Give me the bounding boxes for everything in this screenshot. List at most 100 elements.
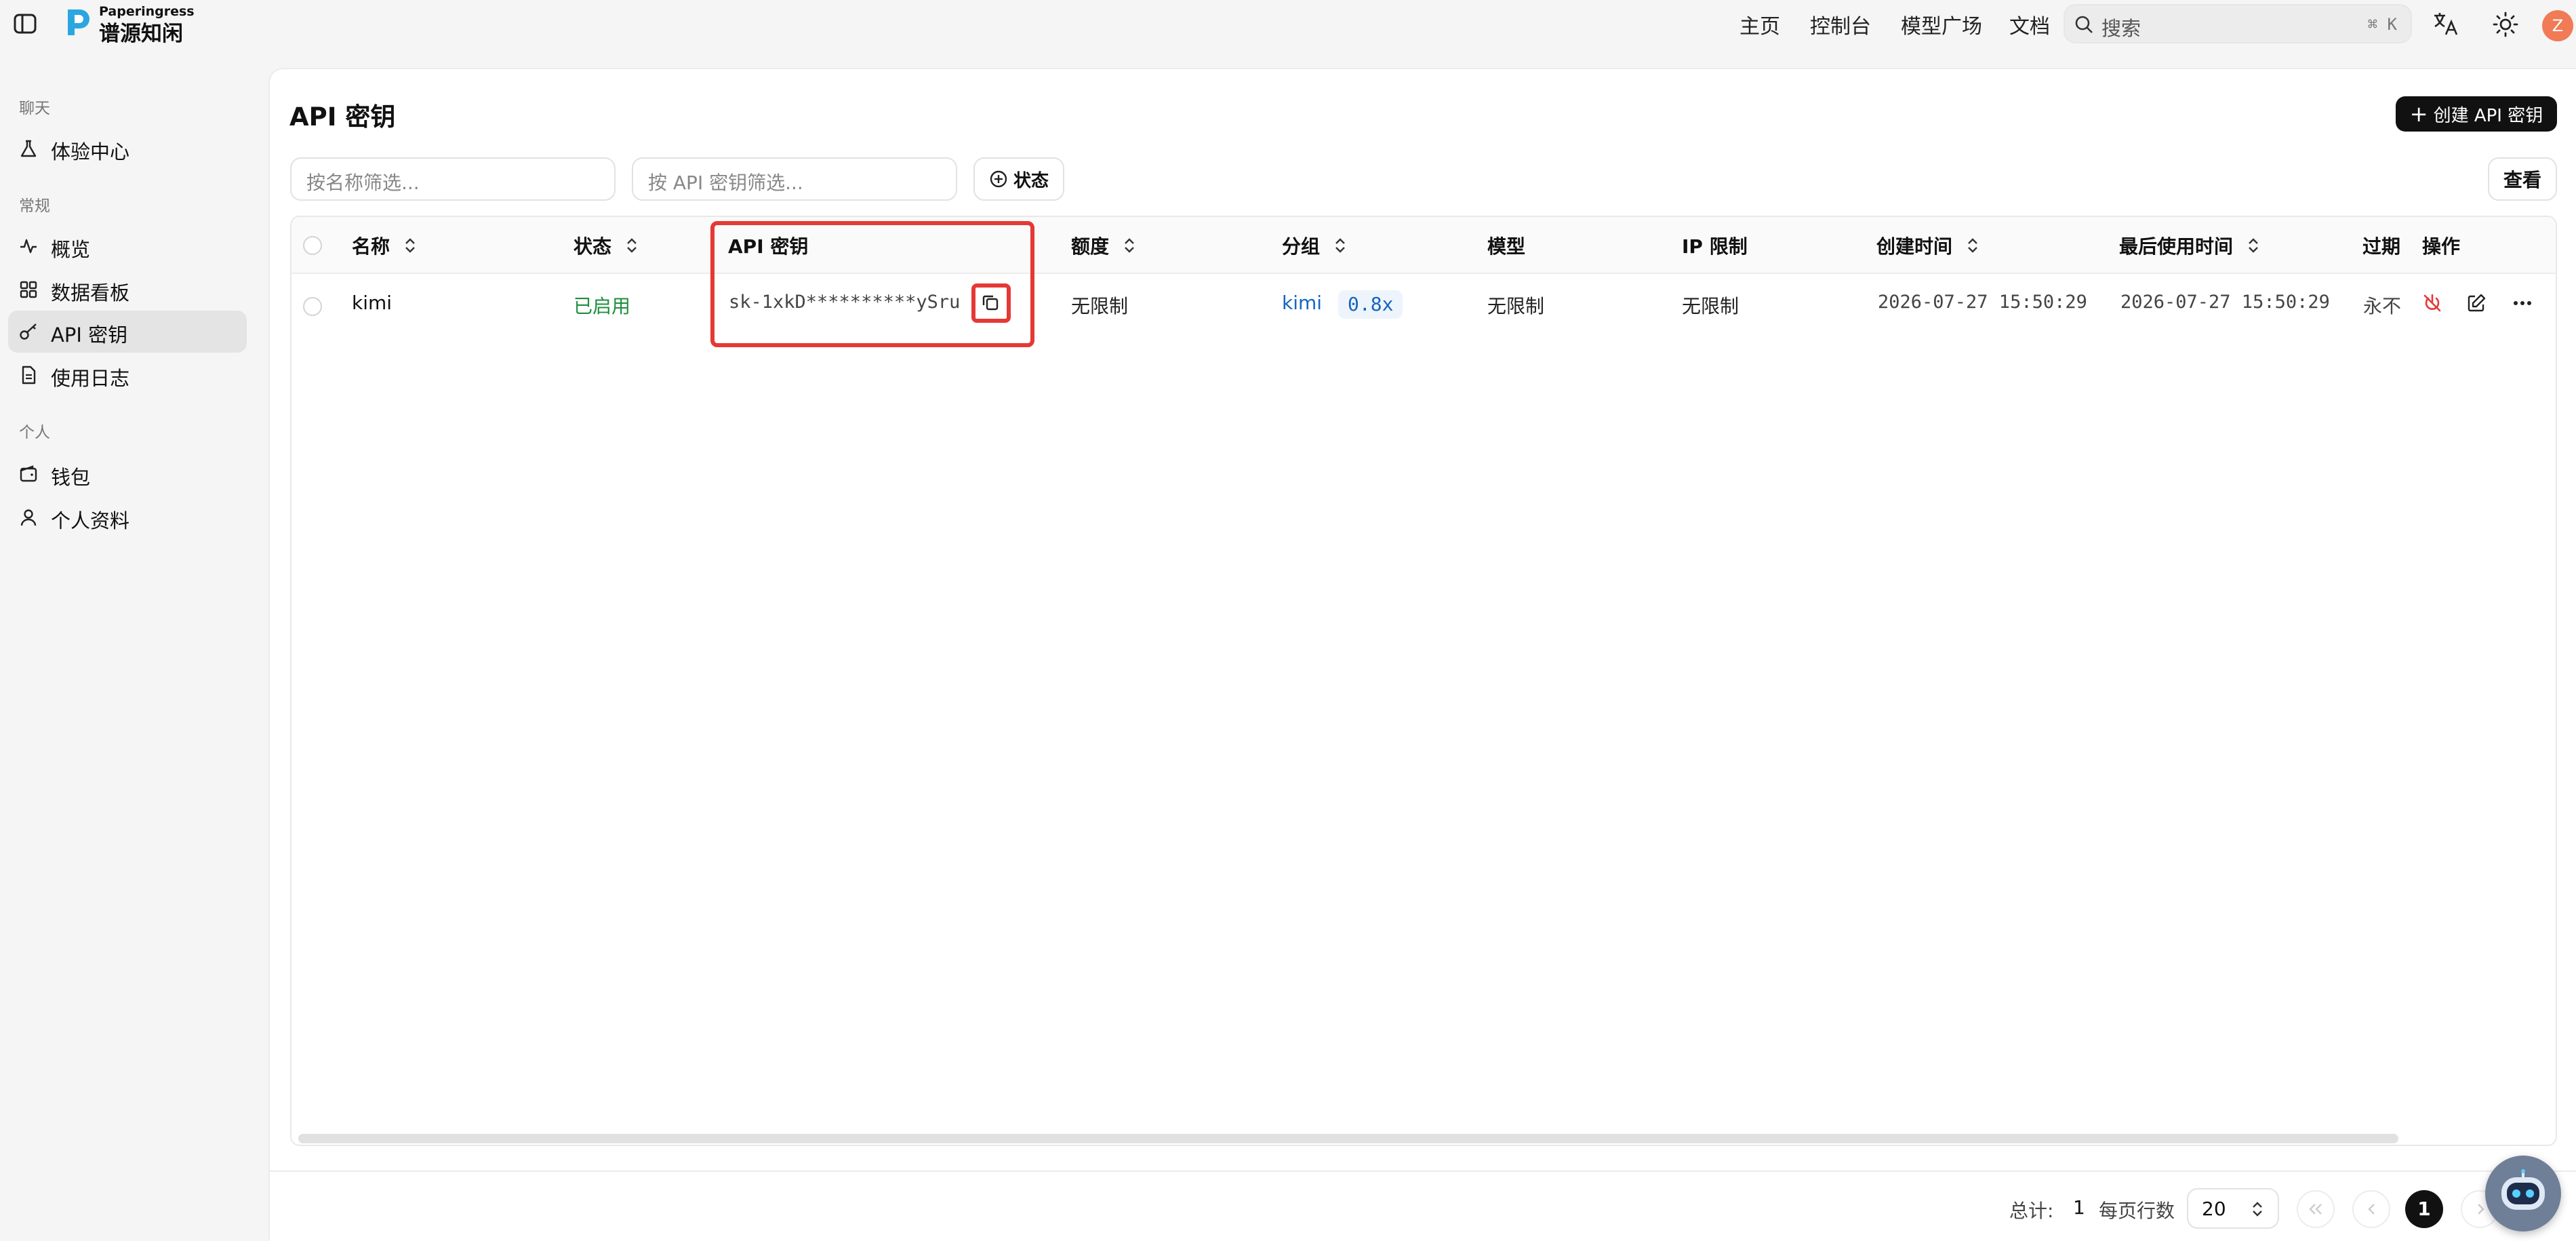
row-last-used: 2026-07-27 15:50:29: [2120, 292, 2330, 313]
nav-home[interactable]: 主页: [1739, 9, 1780, 39]
nav-model-plaza[interactable]: 模型广场: [1901, 9, 1982, 39]
column-label: IP 限制: [1682, 235, 1748, 258]
sort-icon[interactable]: [2247, 237, 2260, 254]
sort-icon[interactable]: [1123, 237, 1136, 254]
column-header-expires: 过期: [2362, 232, 2400, 259]
column-header-last-used[interactable]: 最后使用时间: [2119, 232, 2260, 259]
search-input[interactable]: 搜索 ⌘ K: [2064, 4, 2412, 43]
theme-toggle-icon[interactable]: [2492, 11, 2519, 38]
sidebar-item-label: API 密钥: [51, 323, 128, 347]
sidebar-toggle-icon[interactable]: [14, 14, 37, 34]
top-bar: Paperingress 谱源知闲 主页 控制台 模型广场 文档 搜索 ⌘ K …: [0, 0, 2576, 54]
column-label: 创建时间: [1876, 235, 1953, 258]
column-label: 名称: [352, 235, 390, 258]
column-header-quota[interactable]: 额度: [1071, 232, 1136, 259]
edit-icon[interactable]: [2466, 293, 2487, 313]
filter-key-input[interactable]: 按 API 密钥筛选...: [632, 157, 957, 201]
horizontal-scrollbar[interactable]: [298, 1134, 2398, 1143]
sidebar-item-wallet[interactable]: 钱包: [8, 453, 247, 495]
api-keys-table: [290, 216, 2557, 1146]
column-header-created[interactable]: 创建时间: [1876, 232, 1979, 259]
view-options-label: 查看: [2503, 169, 2541, 191]
create-api-key-button[interactable]: + 创建 API 密钥: [2396, 96, 2557, 132]
column-header-actions: 操作: [2422, 232, 2460, 259]
row-group-link[interactable]: kimi: [1282, 292, 1322, 314]
total-label: 总计:: [2009, 1200, 2054, 1222]
sidebar-item-label: 个人资料: [51, 509, 130, 532]
column-label: 模型: [1487, 235, 1526, 258]
sort-icon[interactable]: [403, 237, 417, 254]
sidebar-item-label: 使用日志: [51, 367, 130, 390]
nav-docs[interactable]: 文档: [2009, 9, 2050, 39]
sidebar-item-label: 数据看板: [51, 281, 130, 304]
page-title: API 密钥: [289, 102, 396, 132]
search-placeholder: 搜索: [2101, 17, 2141, 40]
double-chevron-left-icon: [2308, 1202, 2324, 1216]
filter-name-placeholder: 按名称筛选...: [306, 172, 420, 194]
prev-page-button[interactable]: [2352, 1190, 2390, 1228]
first-page-button[interactable]: [2297, 1190, 2335, 1228]
brand-logo-icon[interactable]: [62, 7, 92, 38]
row-status: 已启用: [573, 295, 631, 317]
sort-icon[interactable]: [1333, 237, 1347, 254]
column-label: 分组: [1282, 235, 1321, 258]
sort-icon[interactable]: [1966, 237, 1979, 254]
column-label: 额度: [1071, 235, 1110, 258]
avatar[interactable]: Z: [2542, 10, 2573, 41]
dashboard-icon: [19, 280, 38, 299]
sidebar-item-api-keys[interactable]: API 密钥: [8, 311, 247, 353]
copy-button-highlight: [971, 283, 1011, 323]
column-label: 最后使用时间: [2119, 235, 2234, 258]
chevron-updown-icon: [2251, 1200, 2264, 1218]
chevron-left-icon: [2366, 1202, 2377, 1216]
total-count: 1: [2073, 1196, 2085, 1219]
more-actions-icon[interactable]: [2512, 300, 2533, 307]
wallet-icon: [19, 465, 38, 484]
sort-icon[interactable]: [625, 237, 639, 254]
page-button-current[interactable]: 1: [2405, 1190, 2443, 1228]
key-icon: [19, 322, 38, 341]
row-models: 无限制: [1487, 295, 1545, 317]
language-icon[interactable]: [2432, 11, 2459, 37]
status-filter-button[interactable]: 状态: [973, 157, 1064, 201]
brand-name[interactable]: 谱源知闲: [99, 16, 183, 47]
column-header-group[interactable]: 分组: [1282, 232, 1347, 259]
group-ratio-badge: 0.8x: [1338, 290, 1403, 319]
sidebar-item-usage-logs[interactable]: 使用日志: [8, 354, 247, 396]
row-ip-limit: 无限制: [1682, 295, 1739, 317]
column-header-ip-limit: IP 限制: [1682, 232, 1748, 259]
row-expires: 永不: [2363, 295, 2402, 317]
status-filter-label: 状态: [1013, 170, 1049, 191]
user-icon: [19, 508, 38, 527]
nav-console[interactable]: 控制台: [1810, 9, 1871, 39]
column-label: 过期: [2362, 235, 2401, 258]
row-checkbox[interactable]: [303, 297, 322, 316]
sidebar-item-overview[interactable]: 概览: [8, 225, 247, 267]
chevron-right-icon: [2476, 1202, 2487, 1216]
sidebar-section-chat: 聊天: [19, 100, 50, 117]
column-header-status[interactable]: 状态: [573, 232, 639, 259]
column-header-name[interactable]: 名称: [352, 232, 417, 259]
disable-key-icon[interactable]: [2422, 293, 2442, 313]
sidebar-item-playground[interactable]: 体验中心: [8, 127, 247, 170]
select-all-checkbox[interactable]: [303, 236, 322, 255]
row-created: 2026-07-27 15:50:29: [1878, 292, 2087, 313]
assistant-bot-button[interactable]: [2485, 1156, 2561, 1232]
rows-per-page-select[interactable]: 20: [2187, 1188, 2279, 1229]
plus-icon: +: [2409, 101, 2428, 127]
sidebar-item-profile[interactable]: 个人资料: [8, 496, 247, 538]
robot-icon: [2496, 1169, 2550, 1218]
sidebar-item-dashboard[interactable]: 数据看板: [8, 269, 247, 311]
row-quota: 无限制: [1071, 295, 1129, 317]
flask-icon: [19, 139, 38, 158]
plus-circle-icon: [989, 170, 1008, 189]
create-api-key-label: 创建 API 密钥: [2433, 105, 2543, 126]
rows-per-page-value: 20: [2202, 1198, 2226, 1220]
sidebar-item-label: 概览: [51, 238, 91, 261]
view-options-button[interactable]: 查看: [2488, 157, 2557, 201]
filter-name-input[interactable]: 按名称筛选...: [290, 157, 616, 201]
rows-per-page-label: 每页行数: [2099, 1200, 2175, 1222]
search-icon: [2074, 15, 2093, 34]
sidebar-section-general: 常规: [19, 197, 50, 215]
sidebar-item-label: 体验中心: [51, 140, 130, 163]
